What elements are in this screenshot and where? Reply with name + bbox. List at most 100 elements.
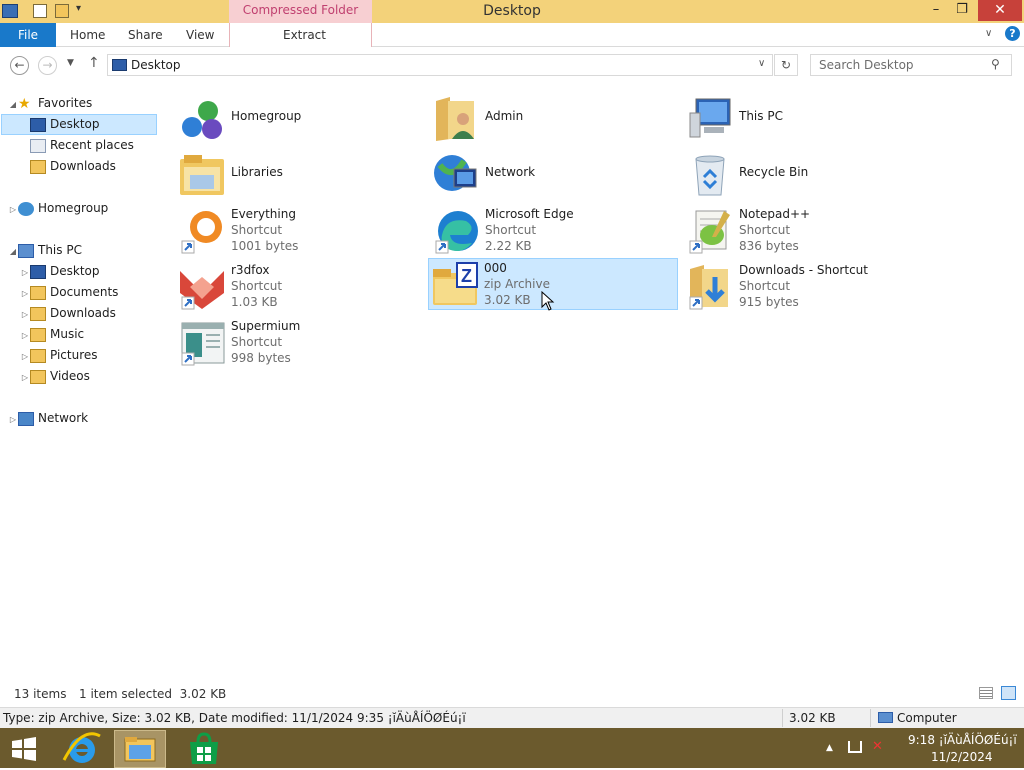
search-input[interactable]: Search Desktop <box>819 58 914 72</box>
item-name: Everything <box>231 207 296 221</box>
file-explorer-icon <box>124 737 156 762</box>
desktop-icon <box>30 117 46 132</box>
nav-this-pc[interactable]: ◢ This PC <box>8 240 82 260</box>
network-icon <box>18 411 34 426</box>
svg-text:Z: Z <box>461 266 472 286</box>
item-count: 13 items <box>14 687 67 701</box>
mouse-cursor-icon <box>541 291 555 311</box>
nav-homegroup-label: Homegroup <box>38 201 109 215</box>
documents-folder-icon <box>30 285 46 300</box>
tiles-view-icon[interactable] <box>1001 686 1016 700</box>
recent-places-icon <box>30 138 46 153</box>
close-button[interactable]: ✕ <box>978 0 1022 21</box>
item-type: zip Archive <box>484 277 550 291</box>
clock-date[interactable]: 11/2/2024 <box>931 750 993 764</box>
tab-home[interactable]: Home <box>70 23 105 47</box>
nav-favorites[interactable]: ◢ ★ Favorites <box>8 93 92 113</box>
item-name: Microsoft Edge <box>485 207 574 221</box>
list-item[interactable]: Microsoft Edge Shortcut 2.22 KB <box>430 205 680 257</box>
start-button-icon[interactable] <box>0 730 48 768</box>
up-button[interactable]: ↑ <box>88 55 100 71</box>
network-tray-icon[interactable] <box>848 741 862 753</box>
list-item[interactable]: This PC <box>684 93 934 145</box>
nav-pc-music[interactable]: ▷ Music <box>20 324 84 344</box>
user-folder-icon <box>436 97 474 141</box>
list-item[interactable]: Recycle Bin <box>684 149 934 201</box>
list-item[interactable]: Downloads - Shortcut Shortcut 915 bytes <box>684 261 934 313</box>
list-item[interactable]: Homegroup <box>176 93 426 145</box>
search-box[interactable]: Search Desktop ⚲ <box>810 54 1012 76</box>
videos-folder-icon <box>30 369 46 384</box>
internet-explorer-icon[interactable] <box>58 730 106 768</box>
minimize-button[interactable]: – <box>922 0 950 20</box>
expanded-icon[interactable]: ◢ <box>8 242 18 262</box>
nav-pc-videos[interactable]: ▷ Videos <box>20 366 90 386</box>
collapsed-icon[interactable]: ▷ <box>20 347 30 367</box>
search-icon[interactable]: ⚲ <box>991 57 1000 71</box>
computer-icon <box>878 712 893 723</box>
item-type: Shortcut <box>739 223 791 237</box>
item-size: 1001 bytes <box>231 239 299 253</box>
show-hidden-icons[interactable]: ▲ <box>826 743 833 753</box>
list-item[interactable]: Everything Shortcut 1001 bytes <box>176 205 426 257</box>
nav-network[interactable]: ▷ Network <box>8 408 88 428</box>
nav-homegroup[interactable]: ▷ Homegroup <box>8 198 108 218</box>
help-icon[interactable]: ? <box>1005 26 1020 41</box>
network-icon <box>434 155 477 191</box>
address-bar[interactable]: Desktop ∨ <box>107 54 773 76</box>
list-item[interactable]: Supermium Shortcut 998 bytes <box>176 317 426 369</box>
recent-locations-icon[interactable]: ▼ <box>67 58 74 68</box>
divider <box>782 709 783 727</box>
ribbon-expand-icon[interactable]: ∨ <box>985 28 992 39</box>
list-item[interactable]: Libraries <box>176 149 426 201</box>
downloads-icon <box>30 159 46 174</box>
tab-extract[interactable]: Extract <box>283 23 326 47</box>
notepadpp-icon <box>689 210 730 254</box>
tab-share[interactable]: Share <box>128 23 163 47</box>
recycle-bin-icon <box>695 155 725 196</box>
volume-muted-icon[interactable]: ✕ <box>872 739 883 754</box>
item-name: Recycle Bin <box>739 165 809 179</box>
nav-pc-downloads[interactable]: ▷ Downloads <box>20 303 116 323</box>
clock-time[interactable]: 9:18 ¡ĭÄùÅÍÖØÉú¡ï <box>908 733 1017 747</box>
address-dropdown-icon[interactable]: ∨ <box>758 58 765 69</box>
nav-favorites-desktop[interactable]: Desktop <box>30 114 100 134</box>
refresh-button[interactable]: ↻ <box>774 54 798 76</box>
collapsed-icon[interactable]: ▷ <box>20 263 30 283</box>
details-view-icon[interactable] <box>979 687 993 699</box>
list-item[interactable]: r3dfox Shortcut 1.03 KB <box>176 261 426 313</box>
file-explorer-taskbar-button[interactable] <box>114 730 166 768</box>
nav-recent-places[interactable]: Recent places <box>30 135 134 155</box>
divider <box>870 709 871 727</box>
nav-pc-pictures[interactable]: ▷ Pictures <box>20 345 98 365</box>
nav-pc-desktop[interactable]: ▷ Desktop <box>20 261 100 281</box>
store-icon[interactable] <box>180 730 228 768</box>
nav-favorites-downloads[interactable]: Downloads <box>30 156 116 176</box>
tab-view[interactable]: View <box>186 23 214 47</box>
back-button[interactable]: ← <box>10 56 29 75</box>
nav-item-label: Videos <box>50 369 90 383</box>
maximize-button[interactable]: ❐ <box>948 0 976 20</box>
selection-info: 1 item selected 3.02 KB <box>79 687 227 701</box>
list-item[interactable]: Network <box>430 149 680 201</box>
collapsed-icon[interactable]: ▷ <box>8 200 18 220</box>
item-name: r3dfox <box>231 263 270 277</box>
address-path[interactable]: Desktop <box>131 58 181 72</box>
expanded-icon[interactable]: ◢ <box>8 95 18 115</box>
forward-button[interactable]: → <box>38 56 57 75</box>
collapsed-icon[interactable]: ▷ <box>20 326 30 346</box>
nav-network-label: Network <box>38 411 89 425</box>
nav-pc-documents[interactable]: ▷ Documents <box>20 282 118 302</box>
item-size: 998 bytes <box>231 351 291 365</box>
collapsed-icon[interactable]: ▷ <box>20 368 30 388</box>
collapsed-icon[interactable]: ▷ <box>20 305 30 325</box>
item-size: 1.03 KB <box>231 295 278 309</box>
list-item[interactable]: Admin <box>430 93 680 145</box>
collapsed-icon[interactable]: ▷ <box>8 410 18 430</box>
list-item[interactable]: Notepad++ Shortcut 836 bytes <box>684 205 934 257</box>
tab-file[interactable]: File <box>0 23 56 47</box>
star-icon: ★ <box>18 95 31 112</box>
collapsed-icon[interactable]: ▷ <box>20 284 30 304</box>
item-name: 000 <box>484 261 507 275</box>
homegroup-icon <box>182 101 222 139</box>
